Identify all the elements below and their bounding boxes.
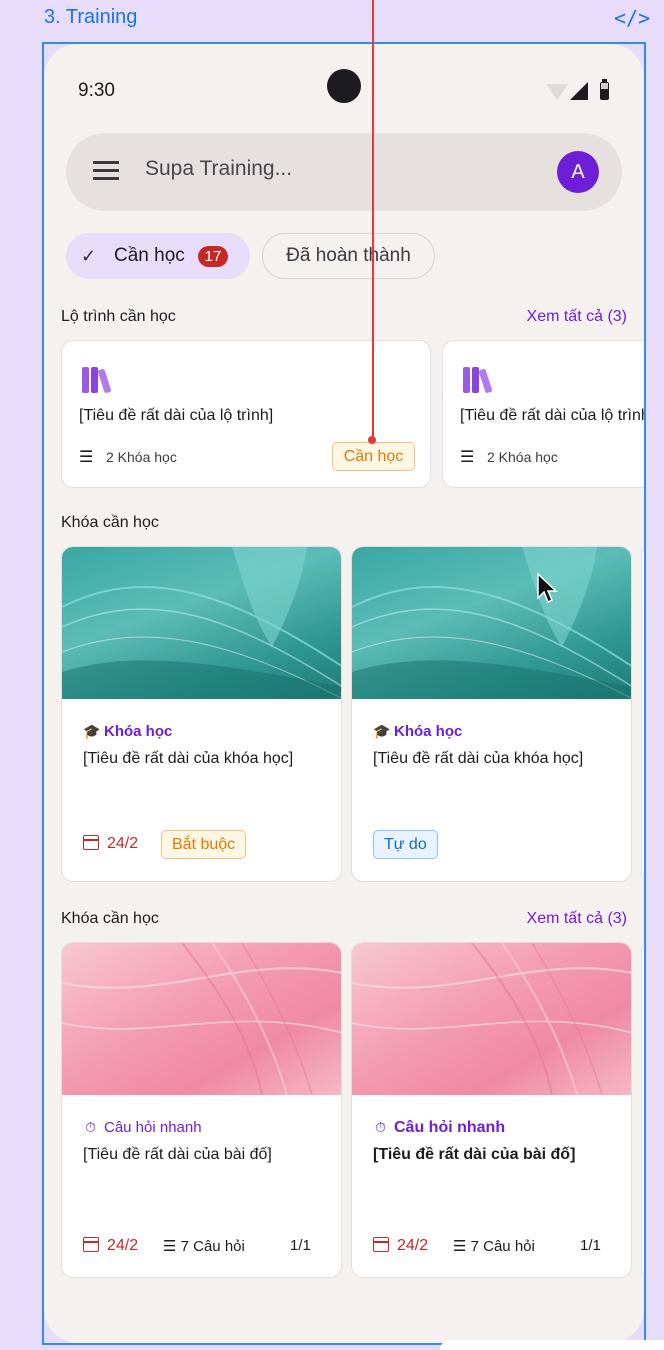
list-icon: ☰ (460, 449, 475, 466)
section-header-quizzes: Khóa cần học Xem tất cả (3) (61, 910, 627, 932)
calendar-icon (83, 1237, 99, 1252)
course-type: 🎓 Khóa học (373, 723, 463, 740)
code-icon[interactable]: </> (614, 6, 650, 30)
avatar[interactable]: A (557, 151, 599, 193)
quiz-progress: 1/1 (290, 1237, 311, 1254)
course-card-peek[interactable] (641, 546, 644, 882)
books-icon (82, 365, 116, 394)
list-icon: ☰ (453, 1238, 467, 1255)
phone-screen: 9:30 Supa Training... A ✓ Cần học 17 Đã … (44, 44, 644, 1343)
section-title: Khóa cần học (61, 910, 159, 927)
quiz-thumbnail (352, 943, 631, 1095)
quiz-title: [Tiêu đề rất dài của bài đố] (373, 1146, 576, 1163)
graduation-cap-icon: 🎓 (373, 723, 391, 739)
frame-title: 3. Training (44, 6, 138, 28)
course-card[interactable]: 🎓 Khóa học [Tiêu đề rất dài của khóa học]… (351, 546, 632, 882)
mandatory-tag: Bắt buộc (161, 830, 247, 859)
free-tag: Tự do (373, 830, 438, 859)
course-thumbnail (352, 547, 631, 699)
quiz-card-peek[interactable] (641, 942, 644, 1278)
due-date: 24/2 (373, 1237, 428, 1255)
quiz-type: ⏱ Câu hỏi nhanh (83, 1119, 202, 1136)
quiz-card[interactable]: ⏱ Câu hỏi nhanh [Tiêu đề rất dài của bài … (351, 942, 632, 1278)
search-bar[interactable]: Supa Training... A (66, 133, 622, 211)
course-thumbnail (62, 547, 341, 699)
see-all-link[interactable]: Xem tất cả (3) (527, 910, 627, 928)
course-title: [Tiêu đề rất dài của khóa học] (83, 750, 294, 767)
menu-icon[interactable] (93, 161, 119, 181)
question-count: ☰ 7 Câu hỏi (453, 1238, 535, 1255)
status-time: 9:30 (78, 80, 115, 101)
status-bar: 9:30 (44, 44, 644, 134)
list-icon: ☰ (79, 449, 94, 466)
mouse-cursor-icon (537, 572, 558, 604)
quiz-progress: 1/1 (580, 1237, 601, 1254)
section-header-courses: Khóa cần học (61, 514, 627, 536)
bottom-panel-edge (440, 1340, 664, 1350)
due-date: 24/2 (83, 835, 138, 853)
status-icons (546, 79, 616, 102)
list-icon: ☰ (163, 1238, 177, 1255)
path-title: [Tiêu đề rất dài của lộ trình] (460, 407, 644, 424)
quiz-title: [Tiêu đề rất dài của bài đố] (83, 1146, 272, 1163)
section-title: Khóa cần học (61, 514, 159, 531)
quiz-type: ⏱ Câu hỏi nhanh (373, 1119, 505, 1137)
redline-guide (372, 0, 374, 440)
redline-anchor (368, 436, 376, 444)
search-input[interactable]: Supa Training... (145, 157, 292, 181)
course-count: 2 Khóa học (487, 449, 558, 465)
see-all-link[interactable]: Xem tất cả (3) (527, 308, 627, 326)
section-header-paths: Lộ trình cần học Xem tất cả (3) (61, 308, 627, 330)
course-title: [Tiêu đề rất dài của khóa học] (373, 750, 584, 767)
timer-icon: ⏱ (85, 1119, 96, 1135)
chip-label: Cần học (114, 245, 185, 266)
chip-need-to-learn[interactable]: ✓ Cần học 17 (66, 233, 250, 279)
books-icon (463, 365, 497, 394)
section-title: Lộ trình cần học (61, 308, 176, 325)
timer-icon: ⏱ (375, 1119, 386, 1135)
graduation-cap-icon: 🎓 (83, 723, 101, 739)
question-count: ☰ 7 Câu hỏi (163, 1238, 245, 1255)
calendar-icon (373, 1237, 389, 1252)
calendar-icon (83, 835, 99, 850)
count-badge: 17 (198, 246, 228, 267)
due-date: 24/2 (83, 1237, 138, 1255)
wifi-icon (546, 84, 568, 100)
path-card[interactable]: [Tiêu đề rất dài của lộ trình] ☰ 2 Khóa … (61, 340, 431, 488)
status-tag: Cần học (332, 442, 415, 471)
check-icon: ✓ (81, 246, 97, 266)
quiz-card[interactable]: ⏱ Câu hỏi nhanh [Tiêu đề rất dài của bài … (61, 942, 342, 1278)
camera-cutout (327, 69, 361, 103)
signal-icon (570, 82, 588, 100)
path-card[interactable]: [Tiêu đề rất dài của lộ trình] ☰ 2 Khóa … (442, 340, 644, 488)
path-title: [Tiêu đề rất dài của lộ trình] (79, 407, 274, 424)
course-count: 2 Khóa học (106, 449, 177, 465)
course-card[interactable]: 🎓 Khóa học [Tiêu đề rất dài của khóa học]… (61, 546, 342, 882)
battery-icon (600, 79, 609, 100)
chip-completed[interactable]: Đã hoàn thành (262, 233, 435, 279)
quiz-thumbnail (62, 943, 341, 1095)
course-type: 🎓 Khóa học (83, 723, 173, 740)
